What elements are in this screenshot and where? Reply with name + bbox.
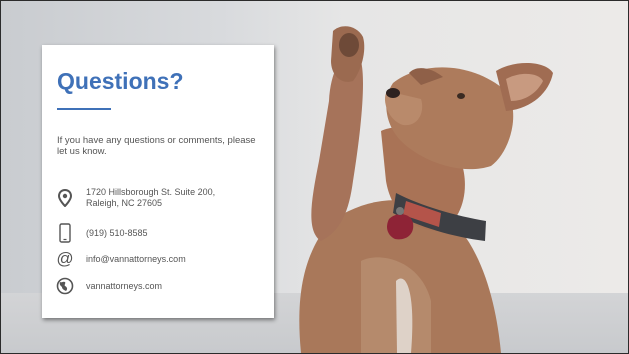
address-line-2: Raleigh, NC 27605 — [86, 198, 163, 208]
address-line-1: 1720 Hillsborough St. Suite 200, — [86, 187, 216, 197]
card-title: Questions? — [57, 68, 184, 94]
slide: Questions? If you have any questions or … — [0, 0, 629, 354]
email-row: @ info@vannattorneys.com — [55, 249, 186, 269]
phone-icon — [55, 223, 75, 243]
address-row: 1720 Hillsborough St. Suite 200, Raleigh… — [55, 187, 215, 209]
map-pin-icon — [55, 188, 75, 208]
phone-row: (919) 510-8585 — [55, 223, 148, 243]
at-sign-icon: @ — [56, 249, 74, 268]
website-link[interactable]: vannattorneys.com — [86, 281, 162, 292]
website-row: vannattorneys.com — [55, 276, 162, 296]
phone-number: (919) 510-8585 — [86, 227, 148, 238]
contact-card: Questions? If you have any questions or … — [42, 45, 274, 318]
globe-icon — [55, 276, 75, 296]
title-underline — [57, 108, 111, 110]
email-link[interactable]: info@vannattorneys.com — [86, 254, 186, 265]
intro-text: If you have any questions or comments, p… — [57, 135, 256, 157]
